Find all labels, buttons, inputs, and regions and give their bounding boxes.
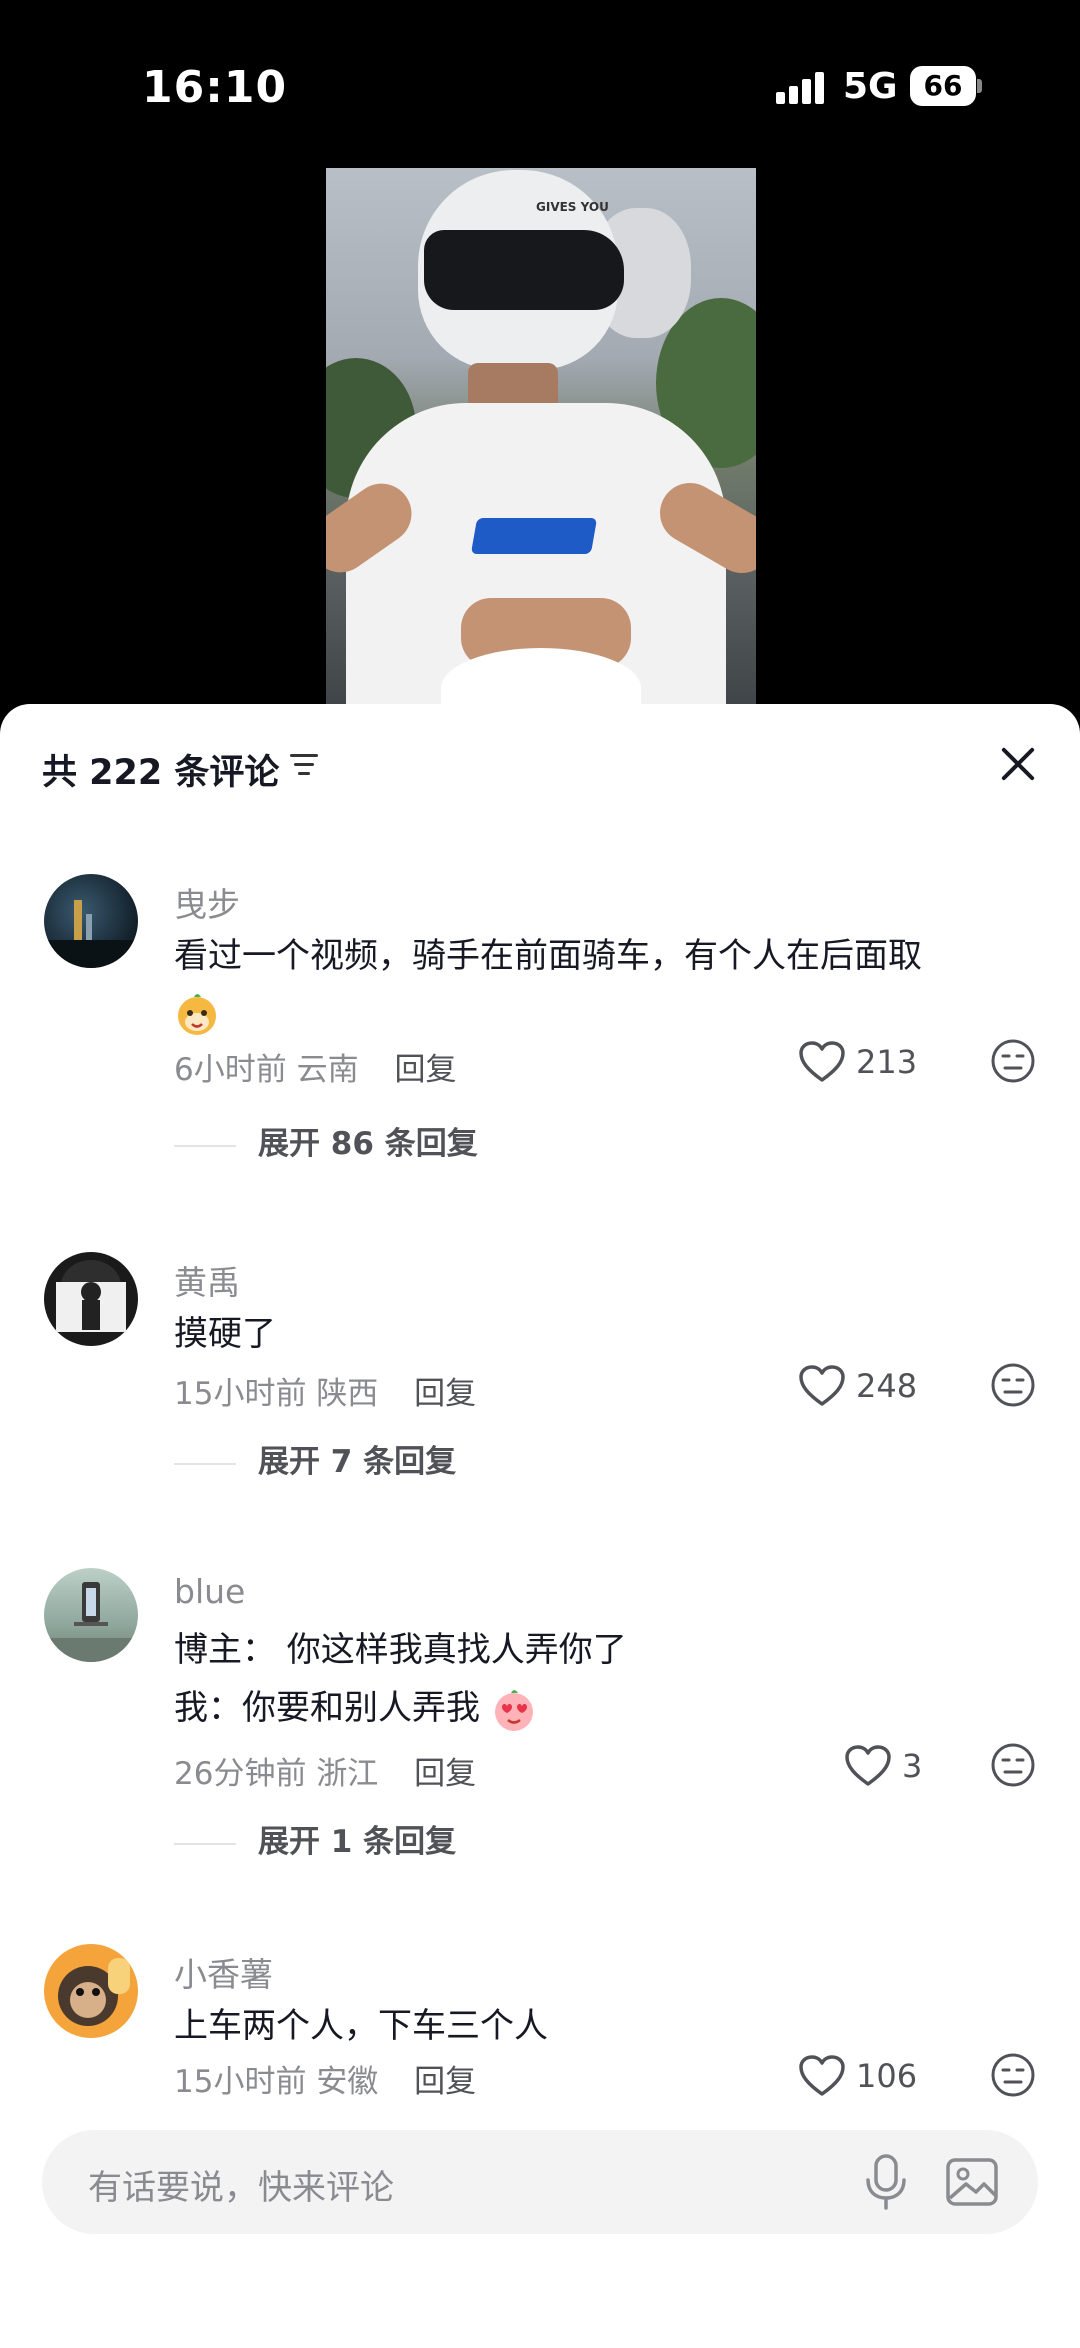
reply-button[interactable]: 回复 — [394, 1052, 456, 1088]
dislike-face-icon[interactable] — [990, 1038, 1036, 1084]
comment-count-title: 共 222 条评论 — [42, 753, 280, 793]
emoji-icon — [178, 993, 216, 1035]
dislike-face-icon[interactable] — [990, 1362, 1036, 1408]
signal-icon — [776, 72, 826, 104]
comment-username[interactable]: 黄禹 — [174, 1256, 240, 1304]
image-icon[interactable] — [944, 2154, 1000, 2210]
heart-icon — [845, 1745, 891, 1786]
like-count: 213 — [856, 1043, 918, 1081]
reply-button[interactable]: 回复 — [414, 1756, 476, 1792]
mic-icon[interactable] — [858, 2152, 914, 2212]
comment-username[interactable]: blue — [174, 1572, 245, 1611]
comment-location: 陕西 — [316, 1376, 379, 1412]
dislike-face-icon[interactable] — [990, 2052, 1036, 2098]
like-button[interactable]: 106 — [798, 2051, 917, 2101]
comment-text: 上车两个人，下车三个人 — [174, 2006, 548, 2046]
like-count: 248 — [856, 1367, 918, 1405]
avatar[interactable] — [44, 1944, 138, 2038]
expand-replies-label: 展开 1 条回复 — [258, 1824, 457, 1860]
heart-icon — [799, 1365, 845, 1406]
network-type: 5G — [843, 66, 898, 107]
comment-text: 摸硬了 — [174, 1314, 276, 1354]
comment-location: 安徽 — [316, 2064, 379, 2100]
comment-time: 15小时前 — [174, 1376, 307, 1412]
close-icon[interactable] — [998, 744, 1038, 784]
emoji-icon — [494, 1689, 533, 1731]
comment-time: 6小时前 — [174, 1052, 287, 1088]
filter-icon[interactable] — [290, 754, 320, 778]
reply-button[interactable]: 回复 — [414, 1376, 476, 1412]
comment-username[interactable]: 曳步 — [174, 878, 240, 926]
comment-meta: 15小时前 安徽 回复 — [174, 2056, 476, 2101]
video-player[interactable]: GIVES YOU — [326, 168, 756, 708]
comment-meta: 6小时前 云南 回复 — [174, 1044, 456, 1089]
battery-icon: 66 — [910, 66, 982, 106]
comment-input[interactable]: 有话要说，快来评论 — [42, 2130, 1038, 2234]
comment-text: 我：你要和别人弄我 — [174, 1688, 480, 1728]
comment-location: 云南 — [296, 1052, 359, 1088]
comment-meta: 15小时前 陕西 回复 — [174, 1368, 476, 1413]
comment-username[interactable]: 小香薯 — [174, 1948, 273, 1996]
expand-replies-label: 展开 7 条回复 — [258, 1444, 457, 1480]
like-button[interactable]: 213 — [798, 1037, 917, 1087]
reply-button[interactable]: 回复 — [414, 2064, 476, 2100]
expand-replies-label: 展开 86 条回复 — [258, 1126, 478, 1162]
comment-text-line-2: 我：你要和别人弄我 — [174, 1682, 537, 1734]
expand-replies-button[interactable]: 展开 86 条回复 — [174, 1118, 478, 1163]
comment-time: 15小时前 — [174, 2064, 307, 2100]
avatar[interactable] — [44, 1568, 138, 1662]
comment-time: 26分钟前 — [174, 1756, 307, 1792]
like-button[interactable]: 3 — [844, 1741, 922, 1791]
status-bar: 16:10 5G 66 — [0, 0, 1080, 170]
comment-sheet-header: 共 222 条评论 — [0, 704, 1080, 824]
like-count: 106 — [856, 2057, 918, 2095]
avatar[interactable] — [44, 874, 138, 968]
dislike-face-icon[interactable] — [990, 1742, 1036, 1788]
heart-icon — [799, 1041, 845, 1082]
comment-location: 浙江 — [316, 1756, 379, 1792]
avatar[interactable] — [44, 1252, 138, 1346]
comment-meta: 26分钟前 浙江 回复 — [174, 1748, 476, 1793]
battery-level: 66 — [910, 66, 976, 106]
heart-icon — [799, 2055, 845, 2096]
helmet-text: GIVES YOU — [536, 200, 609, 214]
comment-emoji — [174, 986, 220, 1038]
status-time: 16:10 — [142, 62, 288, 113]
comment-text: 博主： 你这样我真找人弄你了 — [174, 1630, 627, 1670]
like-count: 3 — [902, 1747, 923, 1785]
like-button[interactable]: 248 — [798, 1361, 917, 1411]
expand-replies-button[interactable]: 展开 7 条回复 — [174, 1436, 456, 1481]
comment-input-placeholder[interactable]: 有话要说，快来评论 — [88, 2160, 394, 2209]
comment-text: 看过一个视频，骑手在前面骑车，有个人在后面取 — [174, 936, 922, 976]
expand-replies-button[interactable]: 展开 1 条回复 — [174, 1816, 456, 1861]
